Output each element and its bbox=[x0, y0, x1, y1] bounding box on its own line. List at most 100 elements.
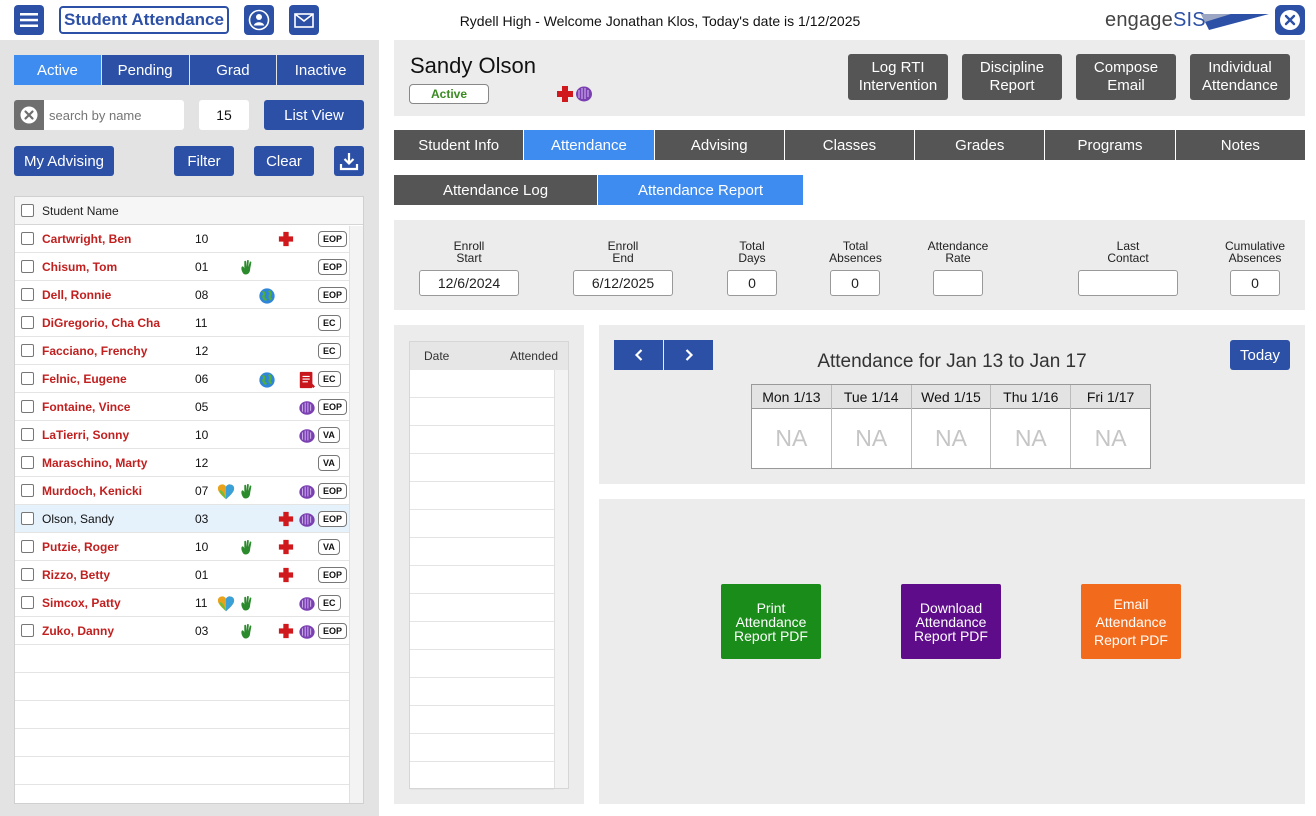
app-title-button[interactable]: Student Attendance bbox=[59, 6, 229, 34]
download-attendance-report-button[interactable]: Download Attendance Report PDF bbox=[901, 584, 1001, 659]
log-rti-intervention-button[interactable]: Log RTI Intervention bbox=[848, 54, 948, 100]
day-value[interactable]: NA bbox=[832, 409, 911, 468]
student-name-link[interactable]: LaTierri, Sonny bbox=[42, 428, 198, 442]
student-checkbox[interactable] bbox=[21, 288, 34, 301]
menu-button[interactable] bbox=[14, 5, 44, 35]
student-name-link[interactable]: Rizzo, Betty bbox=[42, 568, 198, 582]
student-grade: 12 bbox=[195, 343, 209, 358]
student-row[interactable]: Maraschino, Marty 12 VA bbox=[15, 449, 350, 477]
student-row[interactable]: LaTierri, Sonny 10 VA bbox=[15, 421, 350, 449]
student-row[interactable]: Cartwright, Ben 10 EOP bbox=[15, 225, 350, 253]
student-name-link[interactable]: DiGregorio, Cha Cha bbox=[42, 316, 198, 330]
filter-button[interactable]: Filter bbox=[174, 146, 234, 176]
today-button[interactable]: Today bbox=[1230, 340, 1290, 370]
individual-attendance-label: Individual Attendance bbox=[1202, 59, 1278, 94]
day-value[interactable]: NA bbox=[752, 409, 831, 468]
student-row[interactable]: Putzie, Roger 10 VA bbox=[15, 533, 350, 561]
tab-programs[interactable]: Programs bbox=[1045, 130, 1176, 160]
enroll-start-field[interactable]: 12/6/2024 bbox=[419, 270, 519, 296]
tab-attendance[interactable]: Attendance bbox=[524, 130, 655, 160]
search-clear-button[interactable] bbox=[14, 100, 44, 130]
student-row[interactable]: Dell, Ronnie 08 EOP bbox=[15, 281, 350, 309]
student-row[interactable]: Murdoch, Kenicki 07 EOP bbox=[15, 477, 350, 505]
student-checkbox[interactable] bbox=[21, 456, 34, 469]
student-row[interactable]: Felnic, Eugene 06 EC bbox=[15, 365, 350, 393]
individual-attendance-button[interactable]: Individual Attendance bbox=[1190, 54, 1290, 100]
student-name-link[interactable]: Dell, Ronnie bbox=[42, 288, 198, 302]
tab-advising[interactable]: Advising bbox=[654, 130, 785, 160]
student-checkbox[interactable] bbox=[21, 596, 34, 609]
student-name-link[interactable]: Zuko, Danny bbox=[42, 624, 198, 638]
tab-pending[interactable]: Pending bbox=[101, 55, 190, 85]
last-contact-field[interactable] bbox=[1078, 270, 1178, 296]
student-checkbox[interactable] bbox=[21, 260, 34, 273]
student-checkbox[interactable] bbox=[21, 624, 34, 637]
student-name-link[interactable]: Facciano, Frenchy bbox=[42, 344, 198, 358]
day-value[interactable]: NA bbox=[991, 409, 1070, 468]
student-checkbox[interactable] bbox=[21, 316, 34, 329]
tab-notes[interactable]: Notes bbox=[1175, 130, 1305, 160]
download-button[interactable] bbox=[334, 146, 364, 176]
total-days-field[interactable]: 0 bbox=[727, 270, 777, 296]
discipline-report-button[interactable]: Discipline Report bbox=[962, 54, 1062, 100]
profile-button[interactable] bbox=[244, 5, 274, 35]
select-all-checkbox[interactable] bbox=[21, 204, 34, 217]
list-scrollbar[interactable] bbox=[349, 226, 363, 803]
next-week-button[interactable] bbox=[664, 340, 713, 370]
student-row[interactable]: DiGregorio, Cha Cha 11 EC bbox=[15, 309, 350, 337]
student-checkbox[interactable] bbox=[21, 232, 34, 245]
student-row[interactable]: Facciano, Frenchy 12 EC bbox=[15, 337, 350, 365]
hands-icon bbox=[298, 399, 315, 415]
tab-inactive[interactable]: Inactive bbox=[277, 55, 364, 85]
clear-button[interactable]: Clear bbox=[254, 146, 314, 176]
student-row[interactable]: Olson, Sandy 03 EOP bbox=[15, 505, 350, 533]
total-absences-field[interactable]: 0 bbox=[830, 270, 880, 296]
student-name-link[interactable]: Maraschino, Marty bbox=[42, 456, 198, 470]
hand-icon bbox=[238, 259, 254, 275]
student-name-link[interactable]: Murdoch, Kenicki bbox=[42, 484, 198, 498]
student-name-link[interactable]: Felnic, Eugene bbox=[42, 372, 198, 386]
student-name-link[interactable]: Chisum, Tom bbox=[42, 260, 198, 274]
student-row[interactable]: Simcox, Patty 11 EC bbox=[15, 589, 350, 617]
student-checkbox[interactable] bbox=[21, 568, 34, 581]
list-view-button[interactable]: List View bbox=[264, 100, 364, 130]
cumulative-absences-field[interactable]: 0 bbox=[1230, 270, 1280, 296]
student-name-link[interactable]: Fontaine, Vince bbox=[42, 400, 198, 414]
day-value[interactable]: NA bbox=[1071, 409, 1150, 468]
attendance-rate-field[interactable] bbox=[933, 270, 983, 296]
student-row[interactable]: Chisum, Tom 01 EOP bbox=[15, 253, 350, 281]
student-checkbox[interactable] bbox=[21, 540, 34, 553]
subtab-attendance-report[interactable]: Attendance Report bbox=[598, 175, 803, 205]
day-value[interactable]: NA bbox=[912, 409, 991, 468]
tab-grades[interactable]: Grades bbox=[915, 130, 1046, 160]
previous-week-button[interactable] bbox=[614, 340, 663, 370]
subtab-attendance-log[interactable]: Attendance Log bbox=[394, 175, 598, 205]
student-name-link[interactable]: Simcox, Patty bbox=[42, 596, 198, 610]
student-row[interactable]: Zuko, Danny 03 EOP bbox=[15, 617, 350, 645]
log-scrollbar[interactable] bbox=[554, 370, 568, 788]
student-checkbox[interactable] bbox=[21, 484, 34, 497]
compose-email-button[interactable]: Compose Email bbox=[1076, 54, 1176, 100]
student-row[interactable]: Rizzo, Betty 01 EOP bbox=[15, 561, 350, 589]
tab-active[interactable]: Active bbox=[14, 55, 102, 85]
tab-grad[interactable]: Grad bbox=[189, 55, 278, 85]
tab-classes[interactable]: Classes bbox=[784, 130, 916, 160]
close-button[interactable] bbox=[1275, 5, 1305, 35]
student-name-link[interactable]: Cartwright, Ben bbox=[42, 232, 198, 246]
student-checkbox[interactable] bbox=[21, 400, 34, 413]
student-row[interactable]: Fontaine, Vince 05 EOP bbox=[15, 393, 350, 421]
student-checkbox[interactable] bbox=[21, 428, 34, 441]
student-checkbox[interactable] bbox=[21, 512, 34, 525]
search-input[interactable] bbox=[49, 107, 179, 123]
print-attendance-report-button[interactable]: Print Attendance Report PDF bbox=[721, 584, 821, 659]
tab-student-info[interactable]: Student Info bbox=[394, 130, 525, 160]
my-advising-button[interactable]: My Advising bbox=[14, 146, 114, 176]
mail-button[interactable] bbox=[289, 5, 319, 35]
student-name-link[interactable]: Putzie, Roger bbox=[42, 540, 198, 554]
student-checkbox[interactable] bbox=[21, 344, 34, 357]
email-attendance-report-button[interactable]: Email Attendance Report PDF bbox=[1081, 584, 1181, 659]
student-grade: 11 bbox=[195, 595, 208, 610]
student-name-link[interactable]: Olson, Sandy bbox=[42, 512, 198, 526]
enroll-end-field[interactable]: 6/12/2025 bbox=[573, 270, 673, 296]
student-checkbox[interactable] bbox=[21, 372, 34, 385]
